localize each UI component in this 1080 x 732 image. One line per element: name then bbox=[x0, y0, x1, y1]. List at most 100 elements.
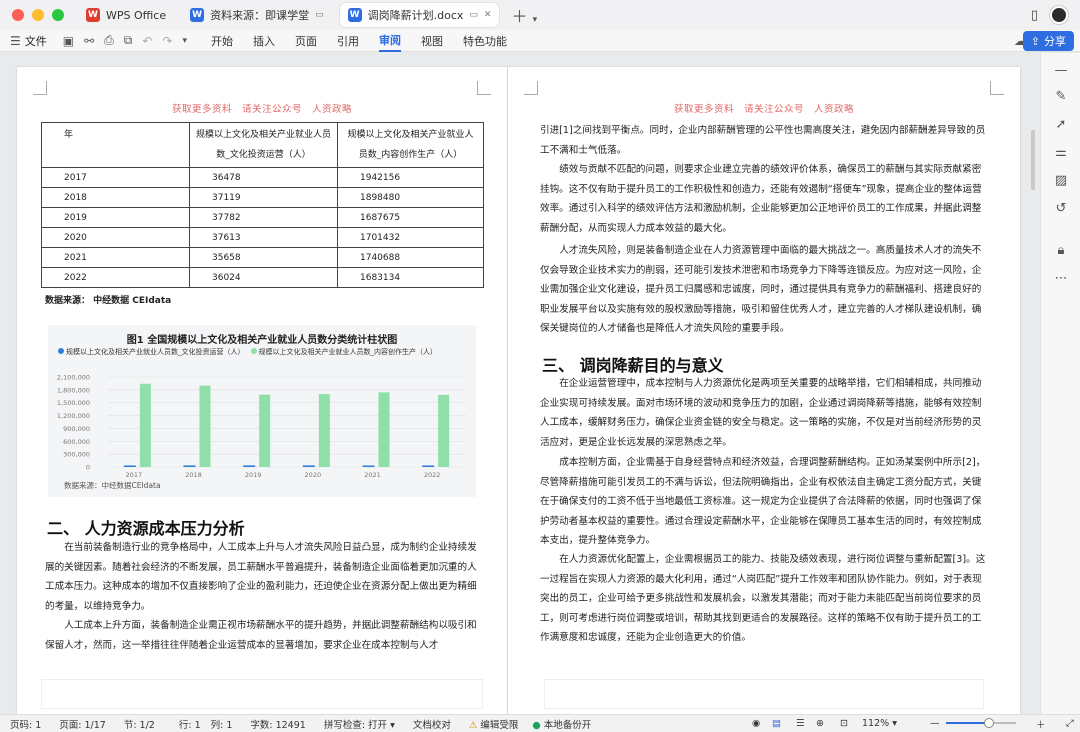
status-spell-check[interactable]: 拼写检查: 打开 ▾ bbox=[324, 717, 395, 731]
menu-view[interactable]: 视图 bbox=[421, 31, 443, 51]
status-proofread[interactable]: 文档校对 bbox=[413, 717, 451, 731]
watermark-text: 获取更多资料 请关注公众号 人资政略 bbox=[171, 104, 352, 115]
y-tick-label: 2,100,000 bbox=[57, 374, 90, 382]
new-tab-button[interactable]: ＋ ▾ bbox=[511, 3, 537, 27]
tab-current-doc[interactable]: W 调岗降薪计划.docx ▭ ✕ bbox=[339, 3, 500, 27]
lock-icon[interactable]: 🔒︎ bbox=[1053, 243, 1069, 259]
table-cell: 2022 bbox=[41, 267, 190, 288]
bar-chart: 图1 全国规模以上文化及相关产业就业人员数分类统计柱状图 规模以上文化及相关产业… bbox=[48, 325, 476, 497]
table-cell: 1687675 bbox=[337, 207, 484, 228]
bar-series-2 bbox=[438, 394, 450, 467]
table-cell: 37613 bbox=[189, 227, 338, 248]
page-2[interactable]: 获取更多资料 请关注公众号 人资政略 引进[1]之间找到平衡点。同时，企业内部薪… bbox=[508, 67, 1020, 714]
tab-source-doc[interactable]: W 资料来源：即课学堂 ▭ bbox=[182, 3, 332, 27]
outline-view-icon[interactable]: ☰ bbox=[796, 718, 805, 729]
menu-insert[interactable]: 插入 bbox=[253, 31, 275, 51]
menu-review[interactable]: 审阅 bbox=[379, 30, 402, 52]
paragraph: 在企业运营管理中，成本控制与人力资源优化是两项至关重要的战略举措，它们相辅相成，… bbox=[540, 378, 982, 448]
chevron-down-icon[interactable]: ▾ bbox=[182, 36, 187, 46]
zoom-slider-fill bbox=[946, 722, 990, 724]
page-view-icon[interactable]: ▤ bbox=[772, 718, 781, 729]
monitor-icon: ▭ bbox=[315, 10, 324, 20]
status-edit-limited[interactable]: ⚠ 编辑受限 bbox=[469, 717, 519, 731]
chart-plot: 0 300,000 600,000 900,000 1,200,000 1,500,000… bbox=[57, 374, 466, 479]
history-icon[interactable]: ↺ bbox=[1053, 201, 1069, 217]
y-tick-label: 900,000 bbox=[63, 425, 90, 433]
status-word-count[interactable]: 字数: 12491 bbox=[250, 717, 305, 731]
table-header: 规模以上文化及相关产业就业人员数_内容创作生产（人） bbox=[337, 122, 484, 168]
spell-check-label: 拼写检查: 打开 bbox=[323, 719, 388, 731]
table-cell: 1942156 bbox=[337, 167, 484, 188]
next-page-preview bbox=[41, 679, 483, 709]
share-label: 分享 bbox=[1044, 35, 1066, 48]
undo-icon[interactable]: ↶ bbox=[142, 34, 152, 48]
close-tab-icon[interactable]: ✕ bbox=[484, 10, 492, 20]
link-icon[interactable]: ⚯ bbox=[84, 34, 94, 48]
table-row: 2019 37782 1687675 bbox=[41, 207, 484, 228]
edit-limited-label: 编辑受限 bbox=[480, 719, 519, 731]
close-window-button[interactable] bbox=[12, 9, 24, 21]
fullscreen-icon[interactable]: ⤢ bbox=[1066, 718, 1074, 729]
page-corner-mark bbox=[524, 81, 538, 95]
menu-page[interactable]: 页面 bbox=[295, 31, 317, 51]
reading-view-icon[interactable]: ⊡ bbox=[840, 718, 848, 729]
section-heading: 二、 人力资源成本压力分析 bbox=[47, 519, 245, 538]
zoom-out-button[interactable]: — bbox=[930, 718, 940, 729]
table-cell: 2021 bbox=[41, 247, 190, 268]
table-cell: 2020 bbox=[41, 227, 190, 248]
window-controls bbox=[12, 9, 64, 21]
bar-series-1 bbox=[302, 465, 315, 467]
save-icon[interactable]: ▣ bbox=[63, 34, 74, 48]
avatar[interactable] bbox=[1050, 6, 1068, 24]
eye-icon[interactable]: ◉ bbox=[752, 718, 760, 729]
document-canvas[interactable]: 获取更多资料 请关注公众号 人资政略 年 规模以上文化及相关产业就业人员数_文化… bbox=[0, 53, 1040, 714]
zoom-slider-handle[interactable] bbox=[984, 718, 995, 728]
bar-series-2 bbox=[318, 394, 330, 467]
bar-series-2 bbox=[259, 394, 271, 467]
tab-wps-office[interactable]: W WPS Office bbox=[78, 3, 174, 27]
vertical-scrollbar[interactable] bbox=[1031, 130, 1035, 190]
warning-icon: ⚠ bbox=[468, 719, 478, 731]
next-page-preview bbox=[544, 679, 984, 709]
cursor-icon[interactable]: ➚ bbox=[1053, 117, 1069, 133]
tab-label: 调岗降薪计划.docx bbox=[367, 9, 464, 22]
menu-features[interactable]: 特色功能 bbox=[463, 31, 507, 51]
watermark-text: 获取更多资料 请关注公众号 人资政略 bbox=[673, 104, 854, 115]
table-header: 规模以上文化及相关产业就业人员数_文化投资运营（人） bbox=[189, 122, 338, 168]
zoom-window-button[interactable] bbox=[52, 9, 64, 21]
check-circle-icon: ● bbox=[532, 719, 541, 731]
y-tick-label: 300,000 bbox=[63, 451, 90, 459]
table-cell: 35658 bbox=[189, 247, 338, 268]
zoom-in-button[interactable]: ＋ bbox=[1036, 717, 1046, 731]
print-icon[interactable]: ⎙ bbox=[104, 33, 114, 48]
redo-icon[interactable]: ↷ bbox=[162, 34, 172, 48]
preview-icon[interactable]: ⧉ bbox=[124, 33, 133, 48]
hamburger-menu-icon[interactable]: ☰ bbox=[10, 34, 21, 48]
web-view-icon[interactable]: ⊕ bbox=[816, 718, 824, 729]
collapse-icon[interactable]: — bbox=[1053, 63, 1069, 79]
status-page-count[interactable]: 页面: 1/17 bbox=[59, 717, 106, 731]
file-menu[interactable]: 文件 bbox=[25, 33, 47, 49]
minimize-window-button[interactable] bbox=[32, 9, 44, 21]
pen-icon[interactable]: ✎ bbox=[1053, 89, 1069, 105]
page-corner-mark bbox=[33, 81, 47, 95]
page-1[interactable]: 获取更多资料 请关注公众号 人资政略 年 规模以上文化及相关产业就业人员数_文化… bbox=[17, 67, 507, 714]
x-tick-label: 2022 bbox=[424, 471, 441, 479]
zoom-percent[interactable]: 112% ▾ bbox=[862, 718, 897, 729]
bar-series-1 bbox=[243, 465, 256, 467]
menu-references[interactable]: 引用 bbox=[337, 31, 359, 51]
status-backup[interactable]: ● 本地备份开 bbox=[532, 717, 591, 731]
status-bar: 页码: 1 页面: 1/17 节: 1/2 行: 1 列: 1 字数: 1249… bbox=[0, 714, 1080, 732]
word-doc-icon: W bbox=[190, 8, 205, 22]
paragraph: 成本控制方面，企业需基于自身经营特点和经济效益，合理调整薪酬结构。正如汤某案例中… bbox=[540, 457, 986, 546]
image-edit-icon[interactable]: ▨ bbox=[1053, 173, 1069, 189]
more-icon[interactable]: ⋯ bbox=[1053, 271, 1069, 287]
bar-series-2 bbox=[199, 385, 211, 467]
menu-home[interactable]: 开始 bbox=[211, 31, 233, 51]
sidebar-toggle-icon[interactable]: ▯ bbox=[1031, 8, 1038, 23]
share-button[interactable]: ⇪ 分享 bbox=[1022, 31, 1074, 51]
sliders-icon[interactable]: ⚌ bbox=[1053, 145, 1069, 161]
x-tick-label: 2020 bbox=[305, 471, 322, 479]
zoom-slider[interactable] bbox=[946, 718, 1016, 728]
page-corner-mark bbox=[990, 81, 1004, 95]
